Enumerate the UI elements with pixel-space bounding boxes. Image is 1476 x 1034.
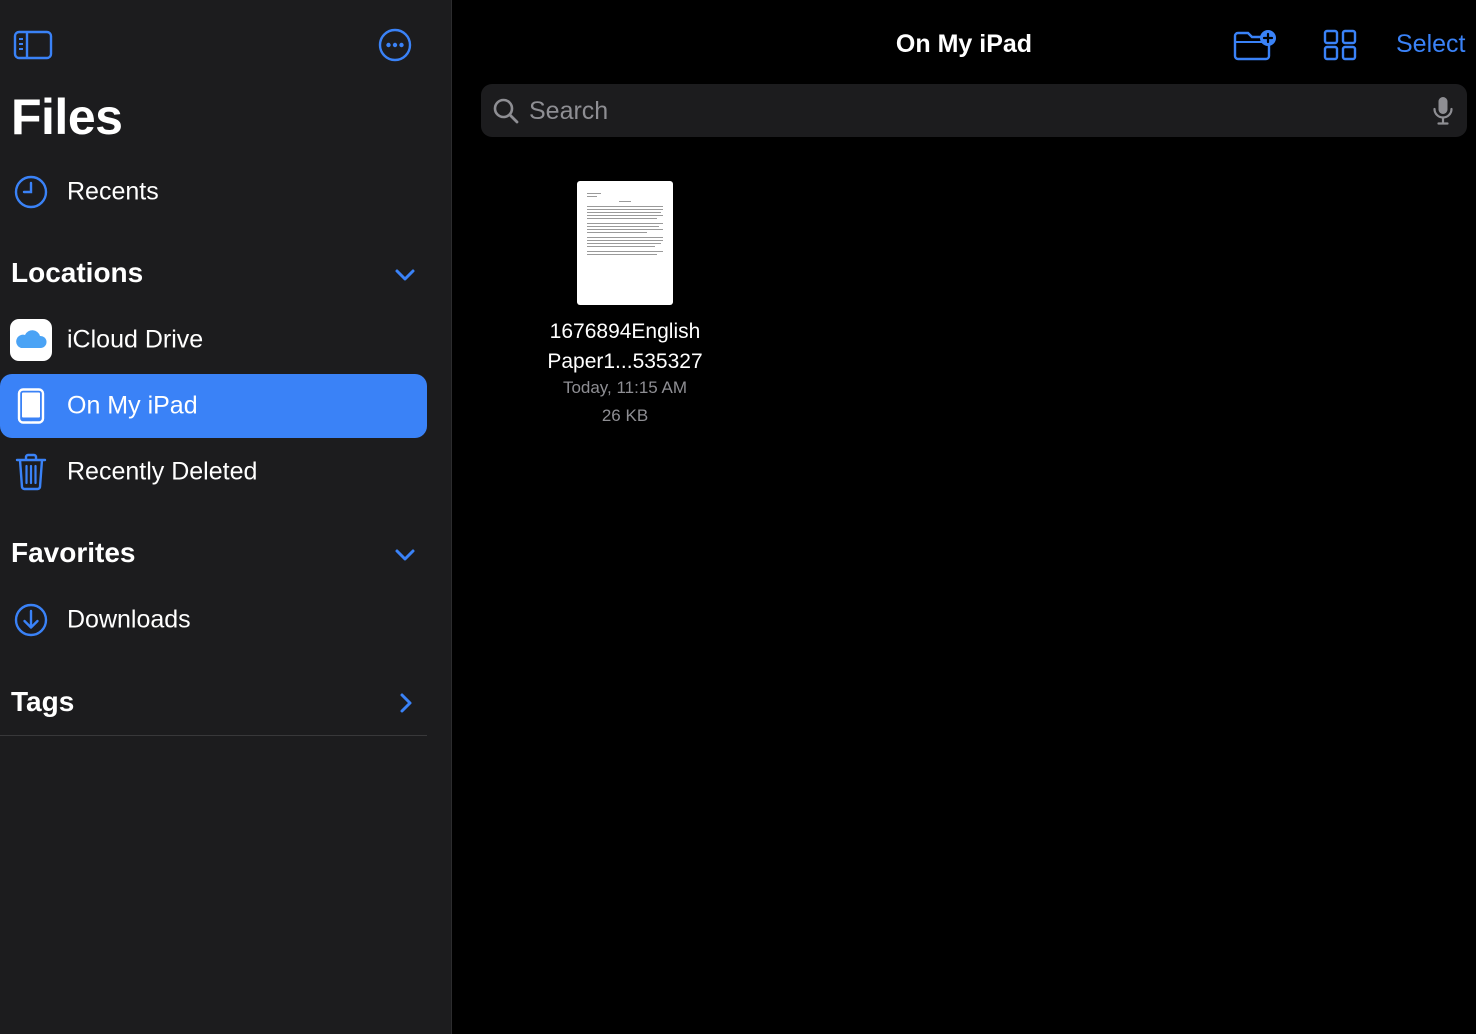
sidebar-item-label: Downloads (67, 605, 191, 634)
document-thumbnail (577, 181, 673, 305)
download-icon (10, 602, 52, 638)
sidebar-item-on-my-ipad[interactable]: On My iPad (0, 374, 427, 438)
chevron-down-icon[interactable] (392, 542, 418, 568)
app-title: Files (11, 89, 123, 145)
clock-icon (10, 174, 52, 210)
grid-view-icon[interactable] (1323, 29, 1357, 61)
sidebar-item-label: Recents (67, 177, 159, 206)
search-input[interactable] (527, 92, 1411, 131)
sidebar-item-recents[interactable]: Recents (0, 160, 427, 224)
divider (0, 735, 427, 736)
new-folder-icon[interactable] (1233, 28, 1279, 62)
sidebar-item-label: On My iPad (67, 391, 198, 420)
file-date: Today, 11:15 AM (562, 378, 688, 397)
split-divider[interactable] (451, 0, 452, 1034)
file-size: 26 KB (601, 406, 649, 425)
favorites-header[interactable]: Favorites (11, 537, 136, 569)
select-button[interactable]: Select (1396, 30, 1465, 59)
search-icon (492, 97, 520, 125)
sidebar: Files Recents Locations iCloud Drive On … (0, 0, 451, 1034)
sidebar-item-label: Recently Deleted (67, 457, 258, 486)
sidebar-item-label: iCloud Drive (67, 325, 204, 354)
sidebar-toggle-icon[interactable] (13, 29, 53, 61)
locations-header[interactable]: Locations (11, 257, 143, 289)
sidebar-item-downloads[interactable]: Downloads (0, 588, 427, 652)
file-name: 1676894English Paper1...535327 (547, 320, 703, 373)
chevron-right-icon[interactable] (392, 690, 418, 716)
ipad-icon (10, 388, 52, 424)
sidebar-item-recently-deleted[interactable]: Recently Deleted (0, 440, 427, 504)
search-bar[interactable] (481, 84, 1467, 137)
more-options-icon[interactable] (378, 28, 412, 62)
tags-header[interactable]: Tags (11, 686, 74, 718)
icloud-icon (10, 319, 52, 361)
microphone-icon[interactable] (1432, 96, 1454, 126)
trash-icon (10, 452, 52, 492)
sidebar-item-icloud-drive[interactable]: iCloud Drive (0, 308, 427, 372)
chevron-down-icon[interactable] (392, 262, 418, 288)
